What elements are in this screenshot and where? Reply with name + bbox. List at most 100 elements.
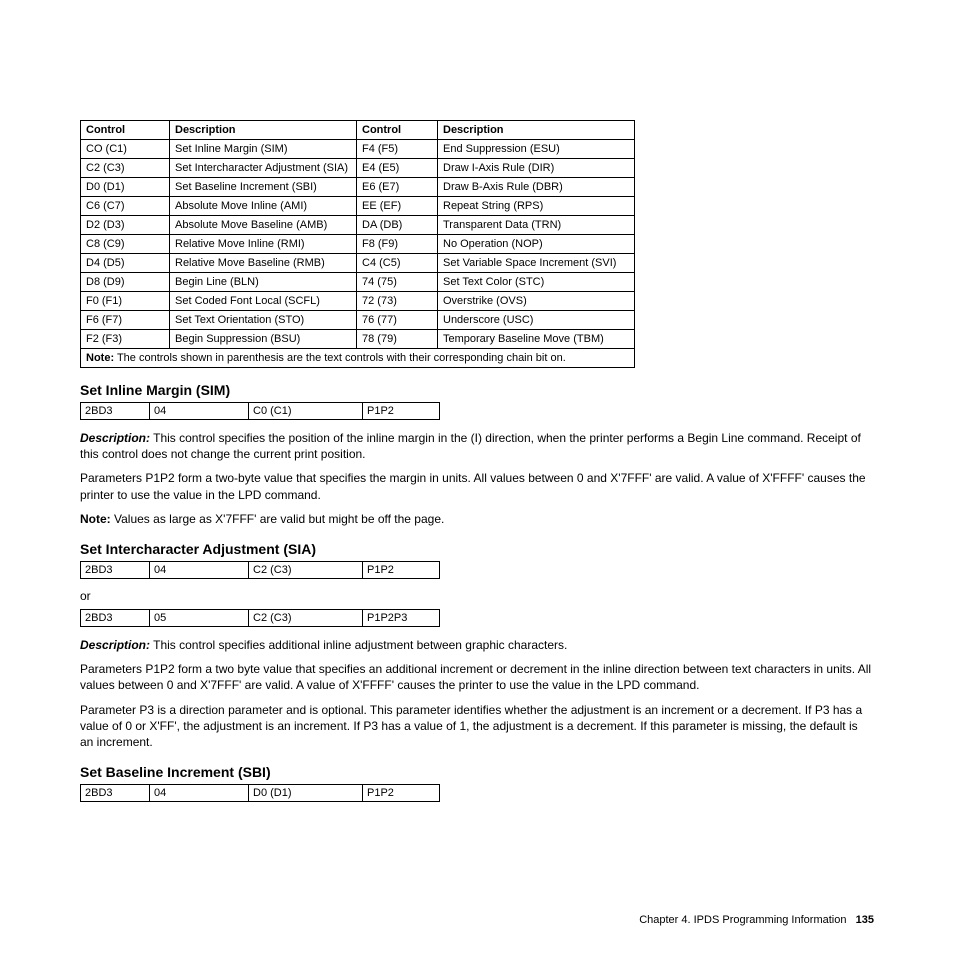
table-row: D8 (D9)Begin Line (BLN)74 (75)Set Text C…	[81, 273, 635, 292]
cell: D2 (D3)	[81, 216, 170, 235]
cell: F6 (F7)	[81, 311, 170, 330]
sbi-table: 2BD3 04 D0 (D1) P1P2	[80, 784, 440, 802]
cell: 2BD3	[81, 403, 150, 420]
sbi-heading: Set Baseline Increment (SBI)	[80, 764, 874, 780]
cell: F0 (F1)	[81, 292, 170, 311]
cell: Draw B-Axis Rule (DBR)	[438, 178, 635, 197]
table-row: 2BD3 04 D0 (D1) P1P2	[81, 785, 440, 802]
cell: 2BD3	[81, 785, 150, 802]
cell: Absolute Move Baseline (AMB)	[170, 216, 357, 235]
cell: Repeat String (RPS)	[438, 197, 635, 216]
th-description-b: Description	[438, 121, 635, 140]
cell: 05	[150, 609, 249, 626]
cell: C2 (C3)	[81, 159, 170, 178]
cell: 76 (77)	[357, 311, 438, 330]
cell: C4 (C5)	[357, 254, 438, 273]
note-label: Note:	[86, 352, 114, 364]
cell: C8 (C9)	[81, 235, 170, 254]
cell: E4 (E5)	[357, 159, 438, 178]
page: Control Description Control Description …	[0, 0, 954, 954]
cell: Set Text Color (STC)	[438, 273, 635, 292]
table-row: F0 (F1)Set Coded Font Local (SCFL)72 (73…	[81, 292, 635, 311]
cell: C2 (C3)	[249, 609, 363, 626]
th-description-a: Description	[170, 121, 357, 140]
table-row: F2 (F3)Begin Suppression (BSU)78 (79)Tem…	[81, 330, 635, 349]
sia-description: Description: This control specifies addi…	[80, 637, 874, 653]
cell: E6 (E7)	[357, 178, 438, 197]
sia-para-2: Parameters P1P2 form a two byte value th…	[80, 661, 874, 693]
th-control-a: Control	[81, 121, 170, 140]
cell: Relative Move Inline (RMI)	[170, 235, 357, 254]
cell: Overstrike (OVS)	[438, 292, 635, 311]
description-text: This control specifies additional inline…	[150, 638, 567, 652]
cell: D8 (D9)	[81, 273, 170, 292]
th-control-b: Control	[357, 121, 438, 140]
description-label: Description:	[80, 431, 150, 445]
cell: DA (DB)	[357, 216, 438, 235]
description-label: Description:	[80, 638, 150, 652]
table-row: 2BD3 04 C2 (C3) P1P2	[81, 561, 440, 578]
note-text: Values as large as X'7FFF' are valid but…	[111, 512, 445, 526]
controls-table: Control Description Control Description …	[80, 120, 635, 368]
cell: Begin Line (BLN)	[170, 273, 357, 292]
cell: 74 (75)	[357, 273, 438, 292]
table-note-row: Note: The controls shown in parenthesis …	[81, 349, 635, 368]
table-row: D0 (D1)Set Baseline Increment (SBI)E6 (E…	[81, 178, 635, 197]
cell: 2BD3	[81, 609, 150, 626]
cell: D0 (D1)	[249, 785, 363, 802]
sia-heading: Set Intercharacter Adjustment (SIA)	[80, 541, 874, 557]
cell: F8 (F9)	[357, 235, 438, 254]
cell: P1P2P3	[363, 609, 440, 626]
table-row: 2BD3 04 C0 (C1) P1P2	[81, 403, 440, 420]
sia-table-2: 2BD3 05 C2 (C3) P1P2P3	[80, 609, 440, 627]
cell: C2 (C3)	[249, 561, 363, 578]
cell: C6 (C7)	[81, 197, 170, 216]
cell: 04	[150, 785, 249, 802]
cell: No Operation (NOP)	[438, 235, 635, 254]
cell: Draw I-Axis Rule (DIR)	[438, 159, 635, 178]
or-text: or	[80, 589, 874, 603]
cell: Set Baseline Increment (SBI)	[170, 178, 357, 197]
sim-table: 2BD3 04 C0 (C1) P1P2	[80, 402, 440, 420]
cell: Set Variable Space Increment (SVI)	[438, 254, 635, 273]
cell: Relative Move Baseline (RMB)	[170, 254, 357, 273]
cell: 78 (79)	[357, 330, 438, 349]
cell: Set Intercharacter Adjustment (SIA)	[170, 159, 357, 178]
table-row: C6 (C7)Absolute Move Inline (AMI)EE (EF)…	[81, 197, 635, 216]
cell: D4 (D5)	[81, 254, 170, 273]
cell: CO (C1)	[81, 140, 170, 159]
cell: 04	[150, 561, 249, 578]
footer-chapter: Chapter 4. IPDS Programming Information	[639, 914, 846, 926]
cell: P1P2	[363, 403, 440, 420]
table-row: C2 (C3)Set Intercharacter Adjustment (SI…	[81, 159, 635, 178]
description-text: This control specifies the position of t…	[80, 431, 861, 461]
table-row: F6 (F7)Set Text Orientation (STO)76 (77)…	[81, 311, 635, 330]
table-row: C8 (C9)Relative Move Inline (RMI)F8 (F9)…	[81, 235, 635, 254]
cell: Absolute Move Inline (AMI)	[170, 197, 357, 216]
cell: Begin Suppression (BSU)	[170, 330, 357, 349]
cell: P1P2	[363, 561, 440, 578]
cell: D0 (D1)	[81, 178, 170, 197]
cell: End Suppression (ESU)	[438, 140, 635, 159]
table-row: CO (C1)Set Inline Margin (SIM)F4 (F5)End…	[81, 140, 635, 159]
table-note: Note: The controls shown in parenthesis …	[81, 349, 635, 368]
page-footer: Chapter 4. IPDS Programming Information …	[639, 914, 874, 926]
cell: Transparent Data (TRN)	[438, 216, 635, 235]
cell: 72 (73)	[357, 292, 438, 311]
cell: Set Inline Margin (SIM)	[170, 140, 357, 159]
sim-para-2: Parameters P1P2 form a two-byte value th…	[80, 470, 874, 502]
cell: F4 (F5)	[357, 140, 438, 159]
cell: Set Text Orientation (STO)	[170, 311, 357, 330]
cell: F2 (F3)	[81, 330, 170, 349]
sia-para-3: Parameter P3 is a direction parameter an…	[80, 702, 874, 751]
cell: 2BD3	[81, 561, 150, 578]
cell: Set Coded Font Local (SCFL)	[170, 292, 357, 311]
sim-description: Description: This control specifies the …	[80, 430, 874, 462]
sim-note: Note: Values as large as X'7FFF' are val…	[80, 511, 874, 527]
cell: Temporary Baseline Move (TBM)	[438, 330, 635, 349]
cell: EE (EF)	[357, 197, 438, 216]
table-row: D4 (D5)Relative Move Baseline (RMB)C4 (C…	[81, 254, 635, 273]
cell: 04	[150, 403, 249, 420]
sia-table-1: 2BD3 04 C2 (C3) P1P2	[80, 561, 440, 579]
cell: P1P2	[363, 785, 440, 802]
